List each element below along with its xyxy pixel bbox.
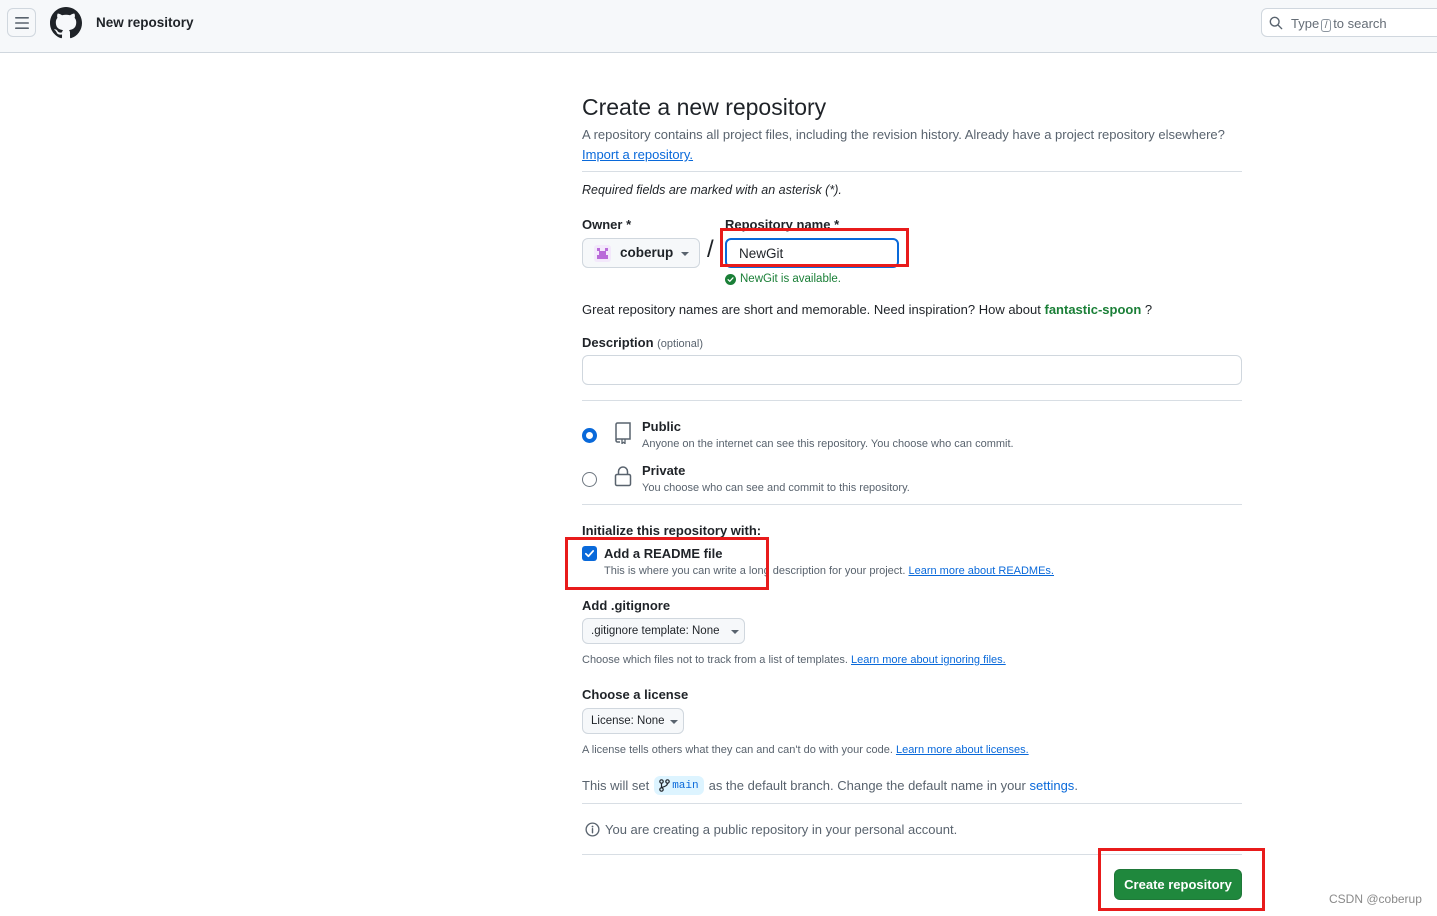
watermark: CSDN @coberup bbox=[1329, 892, 1422, 906]
chevron-down-icon bbox=[681, 252, 689, 256]
checkmark-icon bbox=[584, 550, 595, 558]
divider bbox=[582, 803, 1242, 804]
divider bbox=[582, 400, 1242, 401]
name-suggestion-link[interactable]: fantastic-spoon bbox=[1044, 302, 1141, 317]
search-placeholder: Type / to search bbox=[1291, 16, 1387, 32]
learn-licenses-link[interactable]: Learn more about licenses. bbox=[896, 744, 1029, 756]
owner-repo-separator: / bbox=[707, 236, 714, 263]
chevron-down-icon bbox=[731, 630, 739, 634]
repo-name-input[interactable] bbox=[725, 238, 899, 268]
git-branch-icon bbox=[659, 779, 670, 792]
info-icon bbox=[585, 822, 600, 837]
divider bbox=[582, 854, 1242, 855]
required-fields-note: Required fields are marked with an aster… bbox=[582, 183, 842, 197]
private-radio[interactable] bbox=[582, 472, 597, 487]
readme-description: This is where you can write a long descr… bbox=[604, 565, 1054, 577]
description-label: Description (optional) bbox=[582, 335, 703, 350]
page-subtitle: A repository contains all project files,… bbox=[582, 127, 1225, 142]
repo-icon bbox=[615, 422, 631, 444]
default-branch-note: This will set main as the default branch… bbox=[582, 776, 1078, 795]
gitignore-template-select[interactable]: .gitignore template: None bbox=[582, 618, 745, 644]
readme-title: Add a README file bbox=[604, 546, 723, 561]
github-logo-icon[interactable] bbox=[50, 7, 82, 39]
owner-name: coberup bbox=[620, 245, 674, 260]
search-input[interactable]: Type / to search bbox=[1261, 8, 1437, 37]
description-input[interactable] bbox=[582, 355, 1242, 385]
gitignore-label: Add .gitignore bbox=[582, 598, 671, 613]
learn-readmes-link[interactable]: Learn more about READMEs. bbox=[908, 565, 1054, 577]
public-radio[interactable] bbox=[582, 428, 597, 443]
initialize-label: Initialize this repository with: bbox=[582, 523, 762, 538]
create-repository-button[interactable]: Create repository bbox=[1114, 869, 1242, 900]
license-select[interactable]: License: None bbox=[582, 708, 684, 734]
divider bbox=[582, 504, 1242, 505]
learn-ignoring-files-link[interactable]: Learn more about ignoring files. bbox=[851, 654, 1006, 666]
info-note: You are creating a public repository in … bbox=[585, 822, 957, 837]
search-icon bbox=[1269, 16, 1283, 30]
private-description: You choose who can see and commit to thi… bbox=[642, 482, 910, 494]
settings-link[interactable]: settings bbox=[1030, 778, 1075, 793]
chevron-down-icon bbox=[670, 720, 678, 724]
private-title: Private bbox=[642, 463, 686, 478]
availability-message: NewGit is available. bbox=[725, 273, 841, 285]
header-title: New repository bbox=[96, 15, 194, 30]
hamburger-icon bbox=[14, 16, 29, 29]
repo-name-label: Repository name * bbox=[725, 217, 840, 232]
page-title: Create a new repository bbox=[582, 94, 827, 120]
import-repository-link[interactable]: Import a repository. bbox=[582, 147, 693, 162]
license-note: A license tells others what they can and… bbox=[582, 744, 1029, 756]
branch-chip: main bbox=[654, 776, 704, 795]
owner-label: Owner * bbox=[582, 217, 632, 232]
top-header: New repository Type / to search bbox=[0, 0, 1437, 53]
readme-checkbox[interactable] bbox=[582, 546, 597, 561]
check-circle-icon bbox=[725, 273, 736, 285]
inspiration-text: Great repository names are short and mem… bbox=[582, 302, 1153, 317]
lock-icon bbox=[614, 466, 632, 487]
gitignore-note: Choose which files not to track from a l… bbox=[582, 654, 1006, 666]
public-title: Public bbox=[642, 419, 682, 434]
owner-avatar-icon bbox=[594, 245, 611, 262]
license-label: Choose a license bbox=[582, 687, 689, 702]
hamburger-menu-button[interactable] bbox=[7, 8, 36, 37]
owner-dropdown[interactable]: coberup bbox=[582, 238, 700, 268]
divider bbox=[582, 171, 1242, 172]
highlight-box bbox=[565, 537, 769, 590]
public-description: Anyone on the internet can see this repo… bbox=[642, 438, 1014, 450]
search-shortcut-key: / bbox=[1321, 19, 1332, 32]
